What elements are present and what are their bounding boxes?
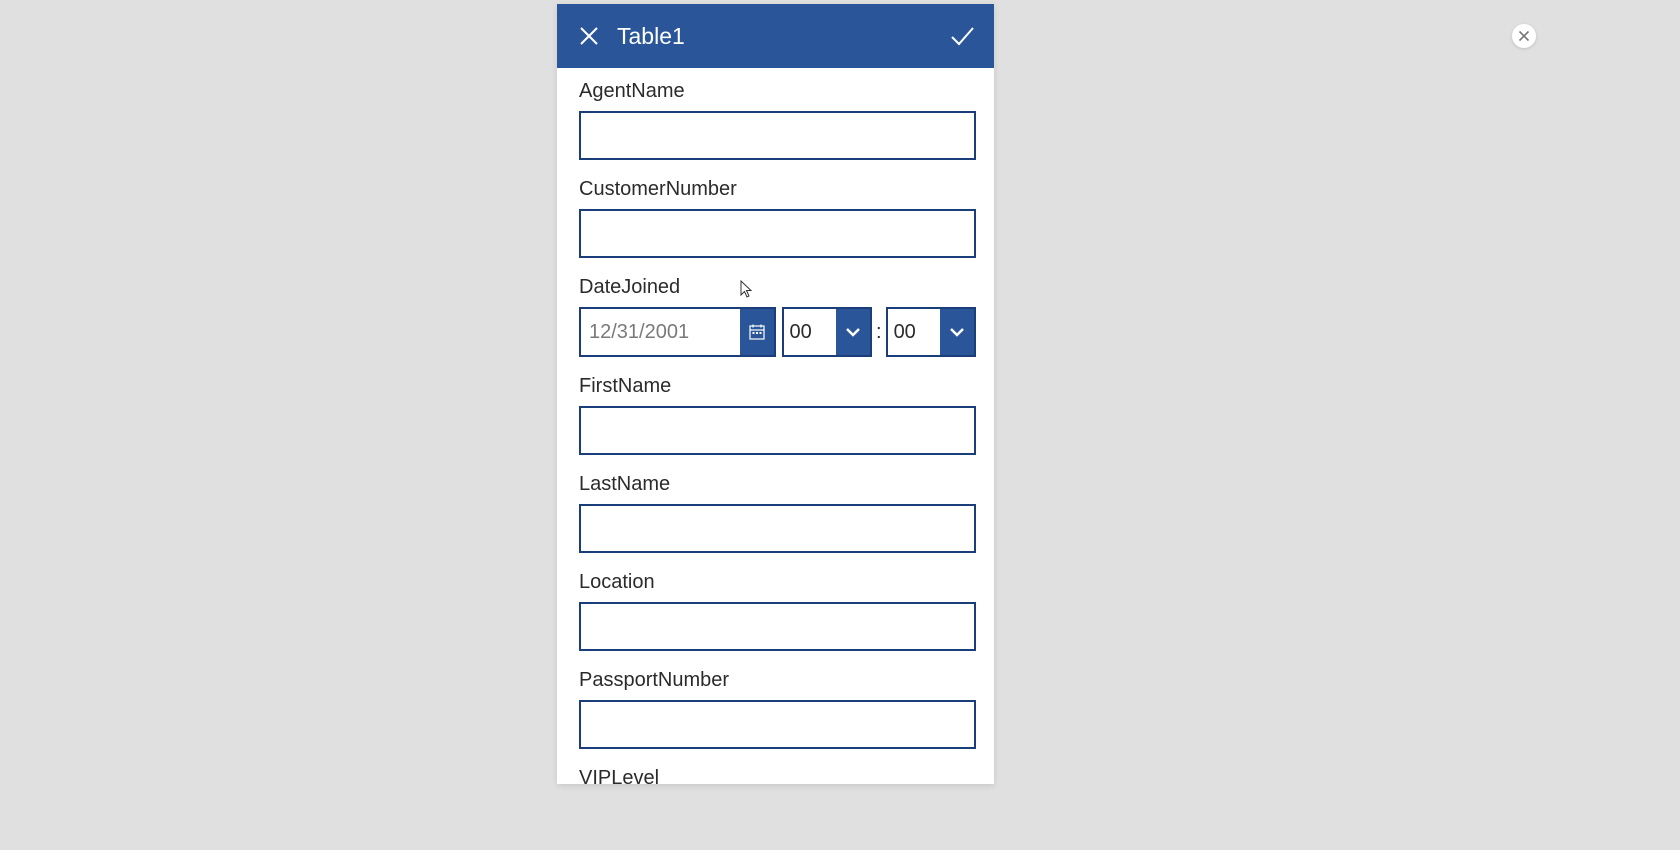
date-placeholder-text: 12/31/2001 (581, 309, 740, 355)
calendar-button[interactable] (740, 309, 774, 355)
agentname-input[interactable] (579, 111, 976, 160)
hour-value: 00 (784, 309, 836, 355)
hour-picker[interactable]: 00 (782, 307, 872, 357)
chevron-down-icon (844, 323, 862, 341)
form-header: Table1 (557, 4, 994, 68)
field-agentname: AgentName (579, 80, 974, 160)
submit-button[interactable] (942, 16, 982, 56)
check-icon (948, 22, 976, 50)
form-panel: Table1 AgentName CustomerNumber DateJoin… (557, 4, 994, 784)
customernumber-label: CustomerNumber (579, 178, 974, 201)
passportnumber-input[interactable] (579, 700, 976, 749)
field-passportnumber: PassportNumber (579, 669, 974, 749)
close-icon (1518, 30, 1530, 42)
location-label: Location (579, 571, 974, 594)
datejoined-label: DateJoined (579, 276, 974, 299)
customernumber-input[interactable] (579, 209, 976, 258)
field-datejoined: DateJoined 12/31/2001 (579, 276, 974, 357)
chevron-down-icon (948, 323, 966, 341)
passportnumber-label: PassportNumber (579, 669, 974, 692)
minute-dropdown-button[interactable] (940, 309, 974, 355)
minute-value: 00 (888, 309, 940, 355)
field-firstname: FirstName (579, 375, 974, 455)
form-title: Table1 (617, 23, 942, 50)
field-location: Location (579, 571, 974, 651)
close-icon (578, 25, 600, 47)
agentname-label: AgentName (579, 80, 974, 103)
field-customernumber: CustomerNumber (579, 178, 974, 258)
close-button[interactable] (569, 16, 609, 56)
date-picker[interactable]: 12/31/2001 (579, 307, 776, 357)
hour-dropdown-button[interactable] (836, 309, 870, 355)
firstname-input[interactable] (579, 406, 976, 455)
field-lastname: LastName (579, 473, 974, 553)
viplevel-label: VIPLevel (579, 767, 974, 784)
location-input[interactable] (579, 602, 976, 651)
time-separator: : (876, 321, 882, 344)
overlay-close-button[interactable] (1512, 24, 1536, 48)
calendar-icon (749, 324, 765, 340)
lastname-label: LastName (579, 473, 974, 496)
firstname-label: FirstName (579, 375, 974, 398)
minute-picker[interactable]: 00 (886, 307, 976, 357)
field-viplevel: VIPLevel (579, 767, 974, 784)
form-body[interactable]: AgentName CustomerNumber DateJoined 12/3… (557, 68, 994, 784)
lastname-input[interactable] (579, 504, 976, 553)
datejoined-row: 12/31/2001 00 (579, 307, 976, 357)
